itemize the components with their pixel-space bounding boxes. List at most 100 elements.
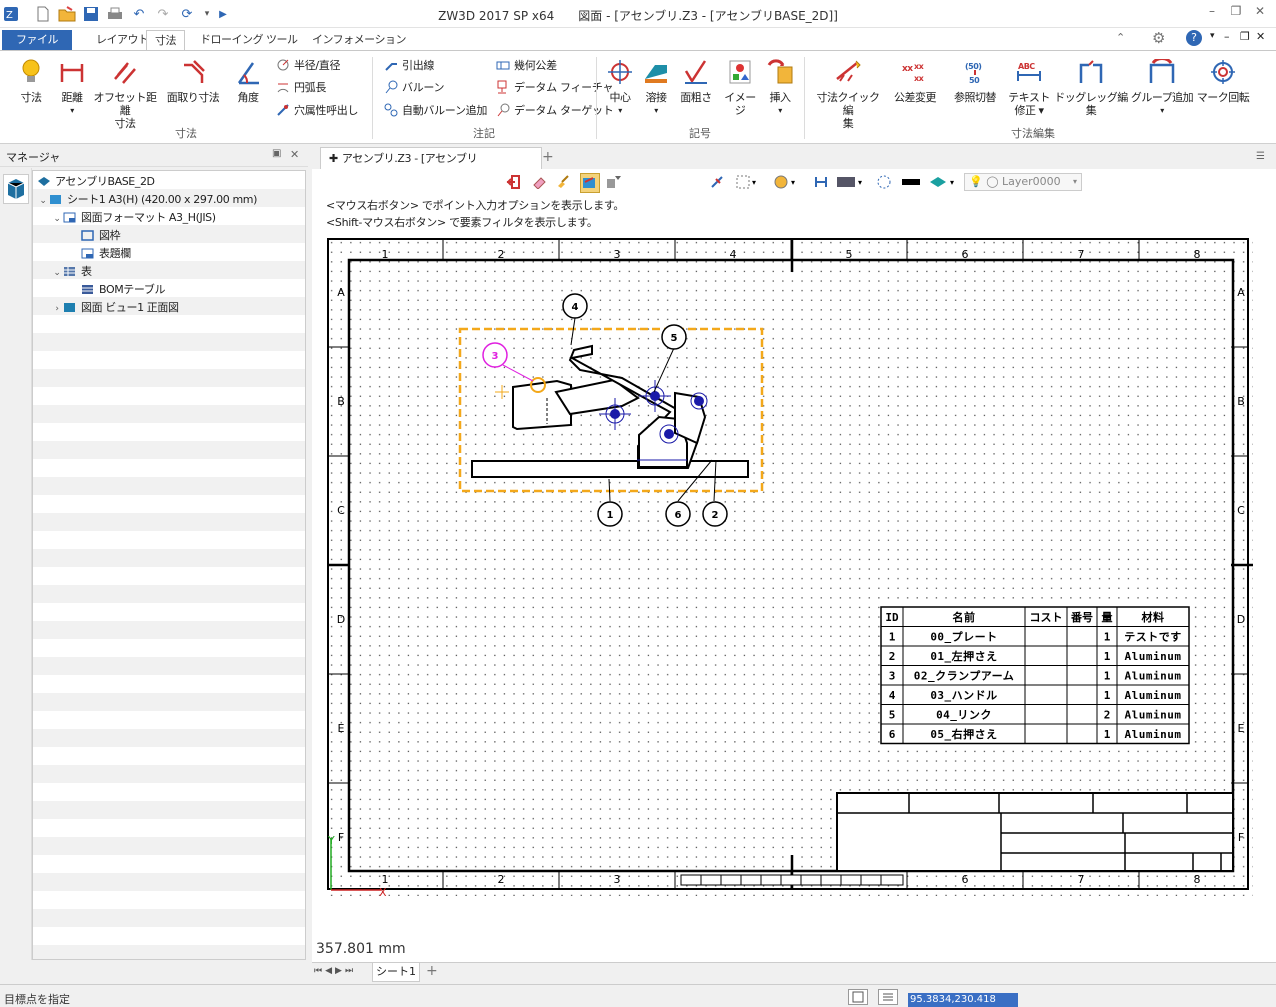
svg-text:▾: ▾ xyxy=(752,178,756,187)
tab-information[interactable]: インフォメーション xyxy=(304,30,414,50)
tree-item-tables[interactable]: ⌄ 表 xyxy=(33,263,305,281)
tab-file[interactable]: ファイル(F) xyxy=(2,30,72,65)
view-style-icon[interactable]: ▾ xyxy=(836,175,866,189)
auto-balloon-button[interactable]: 自動バルーン追加 xyxy=(384,102,487,120)
doc-close-icon[interactable]: ✕ xyxy=(1256,30,1265,43)
tree-item-frame[interactable]: 図枠 xyxy=(33,227,305,245)
sheet-tab-1[interactable]: シート1 xyxy=(372,963,420,982)
eraser-icon[interactable] xyxy=(532,175,546,190)
dimension-button[interactable]: 寸法 xyxy=(12,57,50,104)
angle-button[interactable]: 角度 xyxy=(228,57,268,104)
add-sheet-icon[interactable]: + xyxy=(426,963,438,979)
coordinate-input[interactable]: 95.3834,230.418 xyxy=(908,993,1018,1007)
tree-item-root[interactable]: アセンブリBASE_2D xyxy=(33,173,305,191)
balloon-button[interactable]: バルーン xyxy=(384,79,445,97)
minimize-button[interactable]: – xyxy=(1200,4,1224,24)
quick-edit-icon xyxy=(833,57,863,87)
column-label-bottom: 7 xyxy=(1078,873,1085,886)
arc-length-button[interactable]: 円弧長 xyxy=(276,79,326,97)
gear-icon[interactable]: ⚙ xyxy=(1152,29,1165,47)
collapse-arrow-icon[interactable]: › xyxy=(51,300,63,318)
drawing-canvas[interactable]: ▾ ▾ ▾ ▾ 💡 ◯ Layer0000 ▾ <マウス右ボタン> でポイント入力… xyxy=(312,169,1276,962)
bom-cell: 5 xyxy=(889,709,896,722)
image-button[interactable]: イメージ xyxy=(720,57,760,117)
distance-button[interactable]: 距離 ▾ xyxy=(54,57,90,117)
tree-item-drawing-view[interactable]: › 図面 ビュー1 正面図 xyxy=(33,299,305,317)
bom-cell: 1 xyxy=(1104,650,1111,663)
svg-text:▾: ▾ xyxy=(858,178,862,187)
help-icon[interactable]: ? xyxy=(1186,30,1202,46)
surface-roughness-button[interactable]: 面粗さ xyxy=(678,57,714,104)
drawing-sheet[interactable]: 1 1 2 2 3 3 4 4 5 5 6 6 7 7 8 8 A A B B C C D D E E F F xyxy=(327,238,1253,896)
center-mark-button[interactable]: 中心 ▾ xyxy=(604,57,636,117)
geometric-tolerance-button[interactable]: 幾何公差 xyxy=(496,57,557,75)
bom-cell: 05_右押さえ xyxy=(930,727,997,741)
status-toggle-2-icon[interactable] xyxy=(878,989,898,1005)
document-tab[interactable]: ✚アセンブリ.Z3 - [アセンブリBASE_2D]✕ xyxy=(320,147,542,187)
quick-dimension-edit-button[interactable]: 寸法クイック編 集 xyxy=(812,57,884,130)
roughness-icon xyxy=(681,57,711,87)
insert-button[interactable]: 挿入 ▾ xyxy=(764,57,796,117)
tab-list-icon[interactable]: ☰ xyxy=(1256,151,1265,162)
tab-dimension[interactable]: 寸法 xyxy=(146,30,185,50)
pick-filter-icon[interactable] xyxy=(606,175,622,189)
panel-close-icon[interactable]: ✕ xyxy=(290,148,299,161)
expand-arrow-icon[interactable]: ⌄ xyxy=(51,210,63,228)
grid-icon[interactable]: ▾ xyxy=(736,175,760,189)
exit-icon[interactable] xyxy=(506,175,520,189)
layer-color-icon[interactable]: ▾ xyxy=(928,175,958,189)
weld-button[interactable]: 溶接 ▾ xyxy=(640,57,672,117)
tab-tools[interactable]: ツール xyxy=(258,30,306,50)
mark-rotate-button[interactable]: マーク回転 xyxy=(1196,57,1250,104)
title-block[interactable] xyxy=(836,792,1234,872)
bom-table[interactable]: ID 名前 コスト 番号量 材料 1 00_プレート 1 テストです 2 01_左押さえ 1 Alumi… xyxy=(880,606,1190,745)
leader-button[interactable]: 引出線 xyxy=(384,57,434,75)
tree-item-title-block[interactable]: 表題欄 xyxy=(33,245,305,263)
assembly-manager-icon[interactable] xyxy=(3,174,29,204)
sheet-nav-icons[interactable]: ⏮◀▶⏭ xyxy=(314,966,356,976)
new-tab-icon[interactable]: + xyxy=(542,149,554,165)
svg-text:xx: xx xyxy=(914,74,925,83)
dogleg-edit-button[interactable]: ドッグレッグ編集 xyxy=(1054,57,1128,117)
help-dropdown-icon[interactable]: ▾ xyxy=(1210,31,1215,41)
bom-table-icon xyxy=(81,283,94,294)
collapse-ribbon-icon[interactable]: ⌃ xyxy=(1116,31,1125,44)
hole-callout-button[interactable]: 穴属性呼出し xyxy=(276,102,359,120)
doc-minimize-icon[interactable]: – xyxy=(1224,30,1230,43)
dashed-circle-icon[interactable] xyxy=(876,175,892,189)
bom-cell: 1 xyxy=(1104,631,1111,644)
layer-select[interactable]: 💡 ◯ Layer0000 ▾ xyxy=(964,173,1082,191)
svg-text:Y: Y xyxy=(327,834,335,847)
bottom-ruler xyxy=(680,874,904,886)
radius-diameter-button[interactable]: 半径/直径 xyxy=(276,57,341,75)
expand-arrow-icon[interactable]: ⌄ xyxy=(51,264,63,282)
close-button[interactable]: ✕ xyxy=(1248,4,1272,24)
column-label-top: 3 xyxy=(614,248,621,261)
reference-toggle-button[interactable]: (50) 50 参照切替 xyxy=(948,57,1002,104)
bom-cell: 04_リンク xyxy=(936,709,992,722)
group-label-symbol: 記号 xyxy=(689,127,711,140)
bom-cell: テストです xyxy=(1124,631,1182,644)
pin-icon[interactable]: ▣ xyxy=(272,148,281,159)
tree-item-bom-table[interactable]: BOMテーブル xyxy=(33,281,305,299)
expand-arrow-icon[interactable]: ⌄ xyxy=(37,192,49,210)
tree-item-sheet[interactable]: ⌄ シート1 A3(H) (420.00 x 297.00 mm) xyxy=(33,191,305,209)
broom-icon[interactable] xyxy=(556,175,570,189)
display-mode-icon[interactable]: ▾ xyxy=(774,175,800,189)
row-label-left: E xyxy=(338,722,345,735)
dimension-display-icon[interactable] xyxy=(814,175,828,189)
text-edit-button[interactable]: ABC テキスト 修正 ▾ xyxy=(1008,57,1050,117)
group-add-button[interactable]: グループ追加 ▾ xyxy=(1130,57,1194,117)
doc-restore-icon[interactable]: ❐ xyxy=(1240,30,1250,43)
manager-title: マネージャ xyxy=(6,151,61,164)
offset-distance-button[interactable]: オフセット距離 寸法 xyxy=(92,57,158,130)
snap-icon[interactable] xyxy=(710,175,726,189)
restore-button[interactable]: ❐ xyxy=(1224,4,1248,24)
row-label-right: F xyxy=(1238,831,1244,844)
status-toggle-1-icon[interactable] xyxy=(848,989,868,1005)
tree-item-format[interactable]: ⌄ 図面フォーマット A3_H(JIS) xyxy=(33,209,305,227)
filter-active-icon[interactable] xyxy=(580,173,600,193)
chamfer-dimension-button[interactable]: 面取り寸法 xyxy=(164,57,222,104)
tolerance-change-button[interactable]: xx xx xx 公差変更 xyxy=(888,57,942,104)
line-weight-icon[interactable] xyxy=(902,179,920,185)
